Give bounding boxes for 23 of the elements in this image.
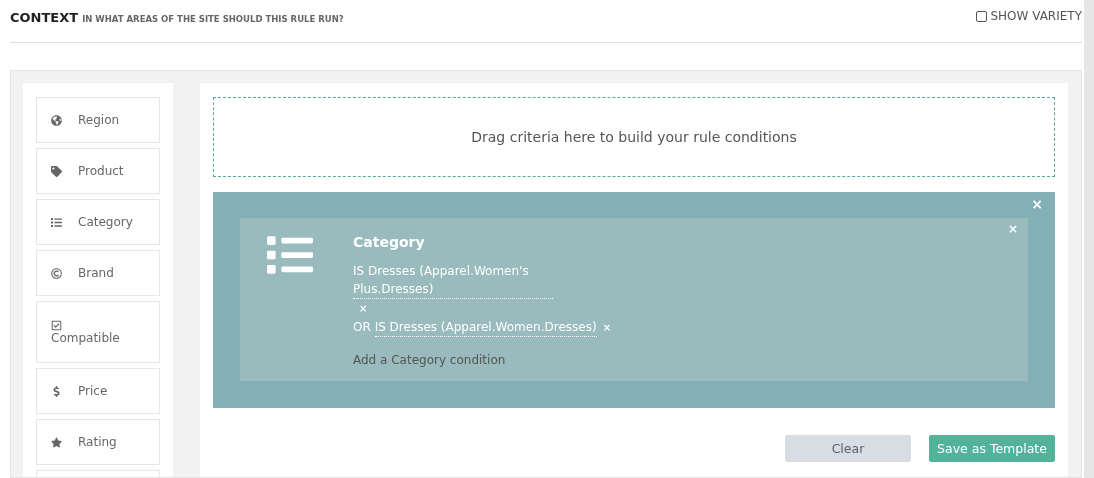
tag-icon	[51, 165, 62, 177]
star-icon	[51, 436, 62, 448]
section-title: CONTEXT	[10, 9, 79, 25]
globe-icon	[51, 114, 62, 126]
list-icon	[51, 216, 62, 228]
checkbox-icon	[51, 319, 62, 331]
card-title: Category	[353, 234, 426, 250]
drop-zone[interactable]: Drag criteria here to build your rule conditions	[213, 97, 1055, 177]
copyright-icon	[51, 267, 62, 279]
dollar-icon	[51, 385, 62, 397]
sidebar-item[interactable]: Brand	[36, 250, 160, 296]
or-label: OR	[353, 320, 372, 334]
scrollbar[interactable]	[1084, 0, 1094, 478]
section-subtitle: IN WHAT AREAS OF THE SITE SHOULD THIS RULE RUN?	[82, 13, 344, 24]
sidebar-item[interactable]: Compatible	[36, 301, 160, 363]
sidebar-item[interactable]: Category	[36, 199, 160, 245]
sidebar-item[interactable]: Region	[36, 97, 160, 143]
sidebar-item[interactable]: Price	[36, 368, 160, 414]
show-variety-checkbox[interactable]: SHOW VARIETY	[976, 9, 1082, 23]
clear-button[interactable]: Clear	[785, 435, 911, 462]
add-condition-link[interactable]: Add a Category condition	[353, 353, 612, 367]
sidebar-item[interactable]: Product	[36, 148, 160, 194]
sidebar-item[interactable]: Rating	[36, 419, 160, 465]
